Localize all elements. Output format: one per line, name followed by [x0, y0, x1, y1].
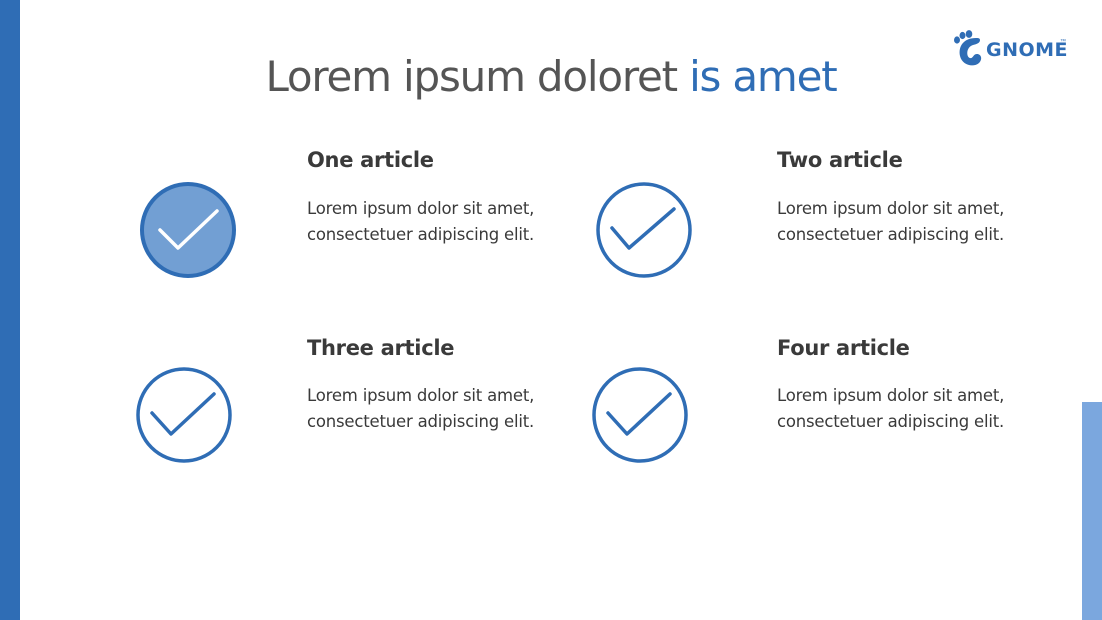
article-body-line: consectetuer adipiscing elit.: [307, 412, 535, 431]
slide-title-accent: is amet: [689, 52, 838, 101]
article-body-line: consectetuer adipiscing elit.: [307, 225, 535, 244]
logo-trademark: ™: [1060, 39, 1066, 45]
article-heading: Three article: [307, 336, 455, 360]
article-body-line: Lorem ipsum dolor sit amet,: [777, 386, 1005, 405]
article-heading: One article: [307, 148, 434, 172]
article-body-line: consectetuer adipiscing elit.: [777, 412, 1005, 431]
article-body-line: Lorem ipsum dolor sit amet,: [307, 386, 535, 405]
article-body: Lorem ipsum dolor sit amet, consectetuer…: [307, 383, 567, 435]
slide-title: Lorem ipsum doloret is amet: [0, 52, 1102, 101]
check-circle-icon: [594, 181, 694, 281]
article-body-line: Lorem ipsum dolor sit amet,: [777, 199, 1005, 218]
check-circle-icon: [134, 366, 234, 466]
article-body-line: Lorem ipsum dolor sit amet,: [307, 199, 535, 218]
article-body: Lorem ipsum dolor sit amet, consectetuer…: [777, 383, 1037, 435]
article-heading: Two article: [777, 148, 903, 172]
check-circle-icon: [590, 366, 690, 466]
article-body-line: consectetuer adipiscing elit.: [777, 225, 1005, 244]
check-circle-icon: [138, 181, 238, 281]
article-body: Lorem ipsum dolor sit amet, consectetuer…: [777, 196, 1037, 248]
slide-title-main: Lorem ipsum doloret: [265, 52, 678, 101]
right-accent-bar: [1082, 402, 1102, 620]
article-heading: Four article: [777, 336, 910, 360]
article-body: Lorem ipsum dolor sit amet, consectetuer…: [307, 196, 567, 248]
